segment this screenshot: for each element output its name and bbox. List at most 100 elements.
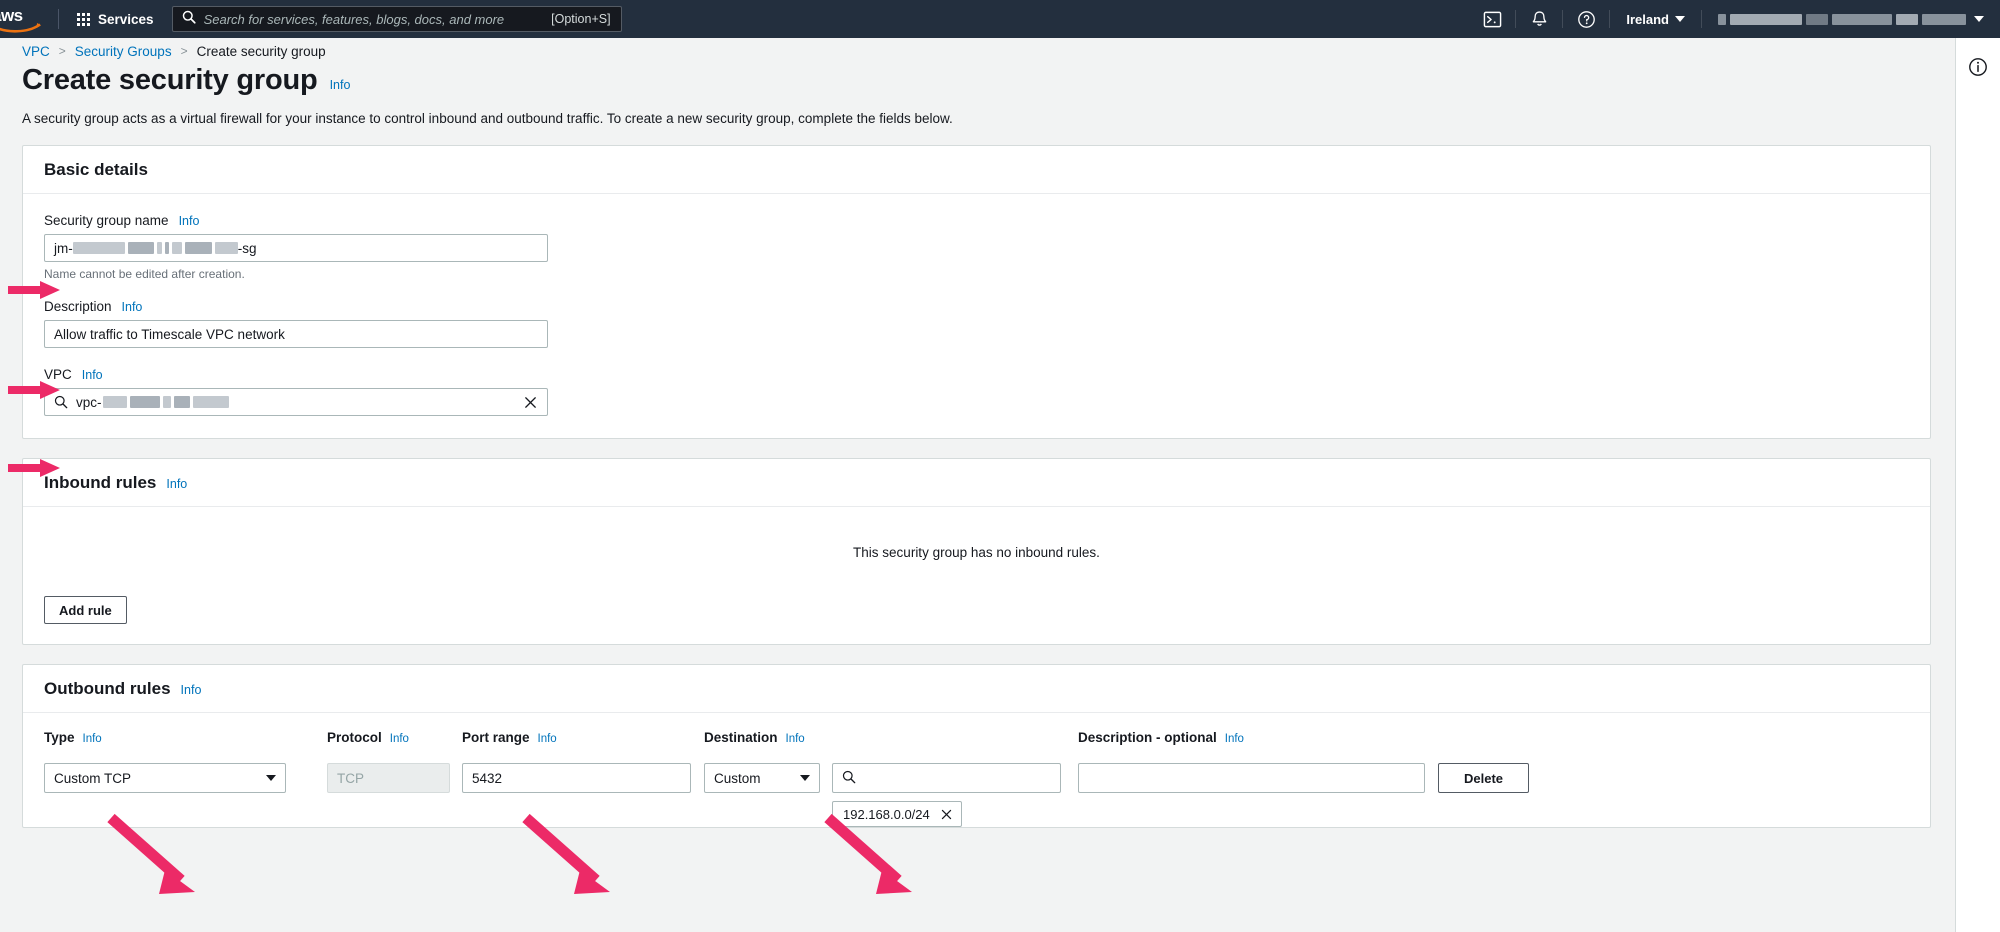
security-group-name-info-link[interactable]: Info — [179, 214, 200, 228]
vpc-field: VPC Info vpc- — [44, 367, 1909, 416]
inbound-rules-body: This security group has no inbound rules… — [23, 507, 1930, 644]
page-description: A security group acts as a virtual firew… — [22, 111, 953, 126]
chevron-down-icon — [800, 775, 810, 781]
breadcrumb-item-create-security-group: Create security group — [196, 43, 326, 59]
outbound-cidr-token-label: 192.168.0.0/24 — [843, 806, 930, 822]
outbound-delete-button[interactable]: Delete — [1438, 763, 1529, 793]
services-menu-button[interactable]: Services — [69, 0, 162, 38]
outbound-type-label: Type — [44, 730, 75, 745]
main-content: Create security group Info A security gr… — [0, 64, 1955, 932]
aws-logo[interactable]: aws — [0, 0, 48, 38]
outbound-protocol-label: Protocol — [327, 730, 382, 745]
description-info-link[interactable]: Info — [122, 300, 143, 314]
basic-details-title: Basic details — [44, 160, 148, 179]
basic-details-header: Basic details — [23, 146, 1930, 194]
outbound-description-column: Description - optional Info — [1078, 730, 1425, 793]
breadcrumb-separator-icon: > — [58, 44, 66, 58]
description-input[interactable]: Allow traffic to Timescale VPC network — [44, 320, 548, 348]
inbound-rules-empty-message: This security group has no inbound rules… — [853, 545, 1100, 560]
vpc-select[interactable]: vpc- — [44, 388, 548, 416]
outbound-port-range-label: Port range — [462, 730, 530, 745]
outbound-destination-select[interactable]: Custom — [704, 763, 820, 793]
chevron-down-icon — [1675, 16, 1685, 22]
vpc-info-link[interactable]: Info — [82, 368, 103, 382]
region-label: Ireland — [1626, 11, 1669, 27]
nav-divider — [58, 9, 59, 29]
grid-icon — [77, 12, 90, 26]
nav-divider — [1609, 10, 1611, 28]
right-side-panel — [1955, 38, 2000, 932]
outbound-destination-search-field[interactable] — [862, 770, 1051, 786]
account-menu[interactable] — [1708, 0, 1994, 38]
security-group-name-label: Security group name — [44, 213, 169, 228]
bell-icon[interactable] — [1522, 0, 1556, 38]
nav-divider — [1515, 10, 1517, 28]
security-group-name-field: Security group name Info jm- -sg Name ca… — [44, 213, 1909, 281]
add-rule-button[interactable]: Add rule — [44, 596, 127, 624]
breadcrumb-item-vpc[interactable]: VPC — [22, 44, 50, 59]
outbound-type-value: Custom TCP — [54, 770, 132, 786]
description-value: Allow traffic to Timescale VPC network — [54, 326, 285, 342]
outbound-description-input[interactable] — [1078, 763, 1425, 793]
page-header: Create security group Info — [22, 64, 1931, 97]
outbound-protocol-info-link[interactable]: Info — [390, 733, 409, 745]
outbound-description-label: Description - optional — [1078, 730, 1217, 745]
basic-details-body: Security group name Info jm- -sg Name ca… — [23, 194, 1930, 438]
question-circle-icon[interactable] — [1569, 0, 1603, 38]
search-icon — [182, 10, 196, 29]
breadcrumb-item-security-groups[interactable]: Security Groups — [75, 44, 172, 59]
outbound-destination-column: Destination Info Custom — [704, 730, 820, 793]
page-title: Create security group — [22, 64, 318, 96]
close-icon[interactable] — [940, 808, 953, 821]
vpc-clear-icon[interactable] — [523, 395, 538, 410]
vpc-label: VPC — [44, 367, 72, 382]
account-label-redacted — [1718, 13, 1966, 25]
page-info-link[interactable]: Info — [330, 78, 351, 92]
description-field: Description Info Allow traffic to Timesc… — [44, 299, 1909, 348]
cloudshell-icon[interactable] — [1475, 0, 1509, 38]
outbound-protocol-value: TCP — [337, 770, 364, 786]
services-label: Services — [98, 11, 154, 27]
outbound-type-select[interactable]: Custom TCP — [44, 763, 286, 793]
outbound-description-info-link[interactable]: Info — [1225, 733, 1244, 745]
outbound-type-column: Type Info Custom TCP — [44, 730, 286, 793]
security-group-name-hint: Name cannot be edited after creation. — [44, 267, 245, 281]
outbound-rules-card: Outbound rules Info Type Info Custom TCP… — [22, 664, 1931, 828]
top-navigation-bar: aws Services [Option+S] — [0, 0, 2000, 38]
outbound-rules-header: Outbound rules Info — [23, 665, 1930, 713]
security-group-name-value-redacted — [72, 242, 238, 254]
search-input[interactable] — [203, 11, 552, 27]
outbound-rules-title: Outbound rules — [44, 679, 171, 698]
security-group-name-value-suffix: -sg — [237, 240, 257, 256]
basic-details-card: Basic details Security group name Info j… — [22, 145, 1931, 439]
security-group-name-value-prefix: jm- — [54, 240, 73, 256]
info-circle-icon[interactable] — [1966, 55, 1990, 79]
global-search-box[interactable]: [Option+S] — [171, 6, 622, 32]
outbound-rules-info-link[interactable]: Info — [181, 683, 202, 697]
vpc-value-prefix: vpc- — [76, 394, 102, 410]
outbound-port-range-value: 5432 — [472, 770, 503, 786]
search-icon — [842, 770, 856, 787]
description-label: Description — [44, 299, 112, 314]
region-selector[interactable]: Ireland — [1616, 0, 1695, 38]
security-group-name-input[interactable]: jm- -sg — [44, 234, 548, 262]
inbound-rules-header: Inbound rules Info — [23, 459, 1930, 507]
outbound-destination-label: Destination — [704, 730, 778, 745]
outbound-port-range-input[interactable]: 5432 — [462, 763, 691, 793]
outbound-port-range-column: Port range Info 5432 — [462, 730, 691, 793]
vpc-value: vpc- — [76, 395, 515, 410]
outbound-destination-value: Custom — [714, 770, 761, 786]
outbound-protocol-column: Protocol Info TCP — [327, 730, 450, 793]
inbound-rules-info-link[interactable]: Info — [166, 477, 187, 491]
outbound-destination-search-input[interactable] — [832, 763, 1061, 793]
outbound-destination-info-link[interactable]: Info — [786, 733, 805, 745]
outbound-cidr-column: 192.168.0.0/24 — [832, 730, 1061, 827]
nav-divider — [1562, 10, 1564, 28]
inbound-rules-card: Inbound rules Info This security group h… — [22, 458, 1931, 645]
breadcrumb-separator-icon: > — [180, 44, 188, 58]
outbound-type-info-link[interactable]: Info — [83, 733, 102, 745]
outbound-description-field[interactable] — [1088, 770, 1415, 786]
outbound-port-range-info-link[interactable]: Info — [538, 733, 557, 745]
breadcrumb: VPC > Security Groups > Create security … — [0, 38, 1955, 64]
search-shortcut-hint: [Option+S] — [551, 12, 611, 26]
